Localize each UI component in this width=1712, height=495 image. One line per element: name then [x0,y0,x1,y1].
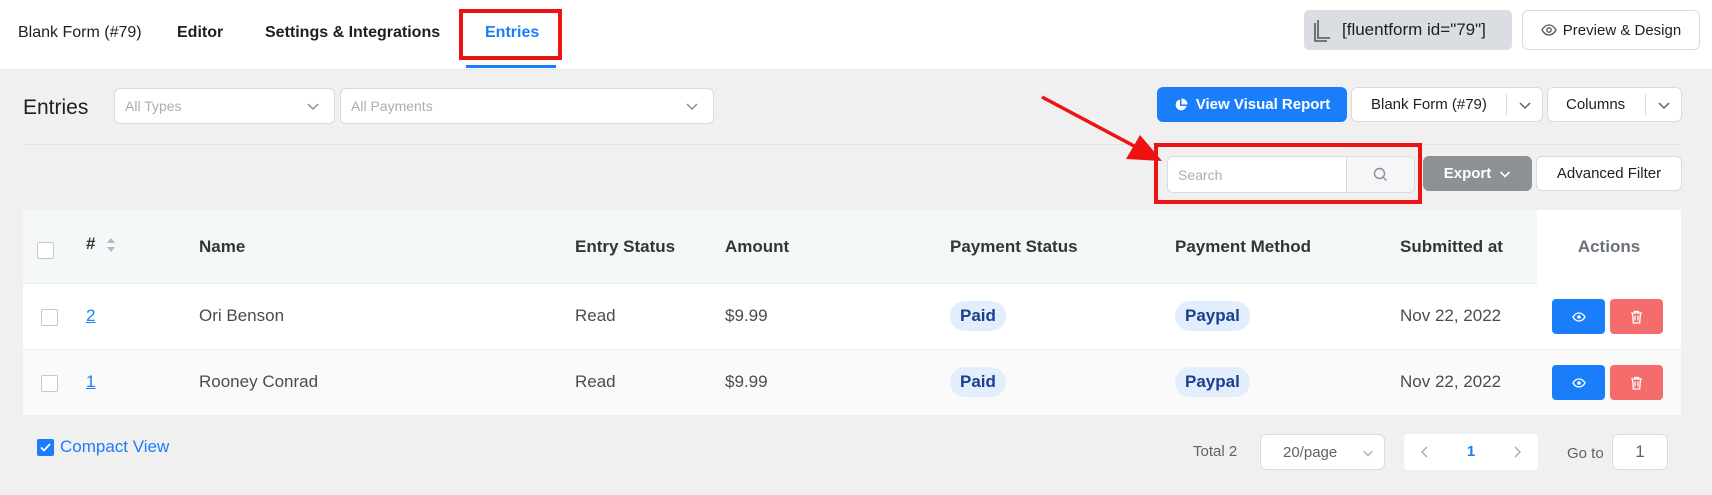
page-title: Entries [23,96,89,119]
tab-settings-integrations[interactable]: Settings & Integrations [265,24,440,42]
view-visual-report-label: View Visual Report [1195,96,1331,113]
column-entry-status: Entry Status [575,237,676,256]
view-entry-button[interactable] [1552,365,1605,400]
payment-method-badge: Paypal [1175,301,1250,331]
view-entry-button[interactable] [1552,299,1605,334]
split-divider [1506,94,1507,116]
payment-status-select[interactable]: All Payments [340,88,714,124]
table-row: 1 Rooney Conrad Read $9.99 Paid Paypal N… [23,350,1681,416]
page-size-select[interactable]: 20/page [1260,434,1385,470]
row-checkbox[interactable] [41,375,58,392]
page-size-value: 20/page [1283,443,1338,461]
active-tab-indicator [466,65,556,68]
eye-icon [1571,311,1586,322]
entry-status: Read [575,306,616,325]
payment-status-badge: Paid [950,301,1006,331]
payment-method-badge: Paypal [1175,367,1250,397]
chevron-right-icon[interactable] [1510,445,1524,459]
chevron-down-icon [1363,450,1373,457]
column-submitted-at: Submitted at [1400,237,1503,256]
goto-label: Go to [1567,445,1604,462]
advanced-filter-button[interactable]: Advanced Filter [1536,156,1682,191]
entry-type-select[interactable]: All Types [114,88,335,124]
chevron-down-icon [307,103,319,111]
chevron-down-icon [1658,102,1670,110]
eye-icon [1541,24,1557,36]
select-all-checkbox[interactable] [37,242,54,259]
shortcode-copy-button[interactable]: [fluentform id="79"] [1304,10,1512,50]
annotation-arrow-icon [1041,95,1162,161]
search-highlight-box [1154,143,1422,204]
entry-id-link[interactable]: 2 [86,306,95,326]
preview-design-button[interactable]: Preview & Design [1522,10,1700,50]
form-select-dropdown[interactable]: Blank Form (#79) [1351,87,1543,122]
column-actions: Actions [1577,237,1641,256]
check-icon [40,442,51,452]
row-checkbox[interactable] [41,309,58,326]
form-select-label: Blank Form (#79) [1371,96,1487,113]
column-amount: Amount [725,237,790,256]
columns-dropdown[interactable]: Columns [1547,87,1682,122]
table-row: 2 Ori Benson Read $9.99 Paid Paypal Nov … [23,284,1681,350]
preview-design-label: Preview & Design [1562,21,1682,39]
total-count: Total 2 [1193,443,1238,460]
entry-submitted-at: Nov 22, 2022 [1400,372,1502,391]
columns-label: Columns [1566,96,1626,113]
entry-name: Ori Benson [199,306,285,325]
column-payment-status: Payment Status [950,237,1078,256]
pie-chart-icon [1175,98,1188,110]
entry-type-placeholder: All Types [125,98,182,114]
goto-page-input[interactable]: 1 [1612,434,1668,470]
trash-icon [1631,376,1642,390]
split-divider [1645,94,1646,116]
sort-icon[interactable] [105,237,117,253]
chevron-down-icon [1519,102,1531,110]
shortcode-text: [fluentform id="79"] [1342,20,1486,39]
export-button[interactable]: Export [1423,156,1532,191]
pagination: 1 [1404,434,1538,470]
compact-view-checkbox[interactable] [37,438,54,456]
column-id: # [86,234,96,253]
entry-name: Rooney Conrad [199,372,319,391]
entry-status: Read [575,372,616,391]
entry-id-link[interactable]: 1 [86,372,95,392]
entry-amount: $9.99 [725,372,768,391]
top-bar: Blank Form (#79) Editor Settings & Integ… [0,0,1712,70]
delete-entry-button[interactable] [1610,299,1663,334]
table-header: # Name Entry Status Amount Payment Statu… [23,210,1681,284]
trash-icon [1631,310,1642,324]
entry-amount: $9.99 [725,306,768,325]
chevron-down-icon [1500,170,1511,178]
entries-tab-highlight-box [459,9,562,60]
eye-icon [1571,377,1586,388]
toolbar-divider [23,144,1680,145]
compact-view-toggle[interactable]: Compact View [37,437,169,457]
payment-status-badge: Paid [950,367,1006,397]
delete-entry-button[interactable] [1610,365,1663,400]
chevron-down-icon [686,103,698,111]
entry-submitted-at: Nov 22, 2022 [1400,306,1502,325]
column-name: Name [199,237,246,256]
column-payment-method: Payment Method [1175,237,1312,256]
tab-blank-form[interactable]: Blank Form (#79) [18,24,142,42]
tab-editor[interactable]: Editor [177,24,223,42]
payment-status-placeholder: All Payments [351,98,433,114]
compact-view-label: Compact View [60,437,170,456]
view-visual-report-button[interactable]: View Visual Report [1157,87,1347,122]
export-label: Export [1443,165,1492,182]
copy-icon [1314,20,1330,42]
entries-table: # Name Entry Status Amount Payment Statu… [23,210,1681,416]
